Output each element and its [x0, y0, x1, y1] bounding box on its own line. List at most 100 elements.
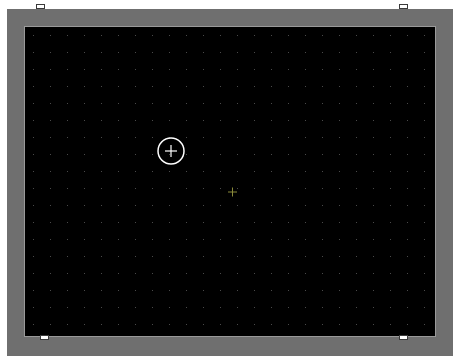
grid-dot — [220, 290, 221, 291]
grid-dot — [101, 256, 102, 257]
grid-dot — [220, 137, 221, 138]
grid-dot — [101, 307, 102, 308]
grid-dot — [186, 171, 187, 172]
grid-dot — [271, 290, 272, 291]
grid-dot — [373, 307, 374, 308]
resize-handle-icon[interactable] — [399, 4, 408, 9]
grid-dot — [288, 86, 289, 87]
grid-dot — [373, 103, 374, 104]
grid-dot — [135, 290, 136, 291]
grid-dot — [254, 256, 255, 257]
grid-dot — [135, 273, 136, 274]
grid-dot — [169, 69, 170, 70]
grid-dot — [254, 137, 255, 138]
grid-dot — [84, 324, 85, 325]
grid-dot — [67, 137, 68, 138]
grid-dot — [152, 154, 153, 155]
grid-dot — [373, 52, 374, 53]
grid-dot — [169, 239, 170, 240]
grid-dot — [67, 69, 68, 70]
grid-dot — [220, 171, 221, 172]
grid-dot — [390, 290, 391, 291]
grid-dot — [322, 171, 323, 172]
grid-dot — [254, 69, 255, 70]
grid-dot — [152, 103, 153, 104]
grid-dot — [237, 171, 238, 172]
grid-dot — [220, 69, 221, 70]
grid-dot — [305, 222, 306, 223]
grid-dot — [84, 120, 85, 121]
grid-dot — [407, 52, 408, 53]
grid-dot — [101, 171, 102, 172]
crosshair-circle-icon[interactable] — [157, 137, 185, 165]
grid-dot — [50, 222, 51, 223]
grid-dot — [135, 120, 136, 121]
grid-dot — [305, 307, 306, 308]
grid-dot — [271, 35, 272, 36]
grid-dot — [288, 256, 289, 257]
grid-dot — [356, 86, 357, 87]
grid-dot — [237, 307, 238, 308]
drawing-canvas[interactable] — [24, 26, 436, 337]
grid-dot — [33, 239, 34, 240]
grid-dot — [118, 273, 119, 274]
grid-dot — [424, 69, 425, 70]
grid-dot — [339, 137, 340, 138]
grid-dot — [424, 52, 425, 53]
grid-dot — [271, 205, 272, 206]
grid-dot — [101, 324, 102, 325]
grid-dot — [118, 290, 119, 291]
grid-dot — [169, 86, 170, 87]
grid-dot — [50, 205, 51, 206]
resize-handle-icon[interactable] — [399, 335, 408, 340]
grid-dot — [288, 120, 289, 121]
grid-dot — [254, 35, 255, 36]
grid-dot — [254, 86, 255, 87]
grid-dot — [288, 137, 289, 138]
grid-dot — [135, 222, 136, 223]
grid-dot — [33, 86, 34, 87]
grid-dot — [305, 52, 306, 53]
grid-dot — [33, 35, 34, 36]
grid-dot — [254, 154, 255, 155]
grid-dot — [254, 188, 255, 189]
grid-dot — [33, 324, 34, 325]
grid-dot — [203, 137, 204, 138]
grid-dot — [271, 256, 272, 257]
grid-dot — [186, 35, 187, 36]
grid-dot — [322, 52, 323, 53]
grid-dot — [50, 307, 51, 308]
grid-dot — [101, 205, 102, 206]
grid-dot — [271, 103, 272, 104]
grid-dot — [339, 154, 340, 155]
resize-handle-icon[interactable] — [36, 4, 45, 9]
grid-dot — [237, 137, 238, 138]
grid-dot — [186, 290, 187, 291]
canvas-surface[interactable] — [25, 27, 435, 336]
grid-dot — [118, 239, 119, 240]
grid-dot — [407, 137, 408, 138]
grid-dot — [339, 52, 340, 53]
grid-dot — [390, 324, 391, 325]
grid-dot — [203, 120, 204, 121]
grid-dot — [84, 290, 85, 291]
grid-dot — [152, 290, 153, 291]
grid-dot — [152, 69, 153, 70]
grid-dot — [288, 290, 289, 291]
grid-dot — [356, 256, 357, 257]
grid-dot — [67, 171, 68, 172]
grid-dot — [33, 273, 34, 274]
grid-dot — [101, 35, 102, 36]
grid-dot — [288, 307, 289, 308]
grid-dot — [152, 307, 153, 308]
grid-dot — [135, 103, 136, 104]
grid-dot — [33, 307, 34, 308]
grid-dot — [373, 137, 374, 138]
grid-dot — [152, 273, 153, 274]
grid-dot — [33, 120, 34, 121]
grid-dot — [237, 256, 238, 257]
grid-dot — [152, 256, 153, 257]
resize-handle-icon[interactable] — [40, 335, 49, 340]
grid-dot — [424, 324, 425, 325]
grid-dot — [203, 256, 204, 257]
